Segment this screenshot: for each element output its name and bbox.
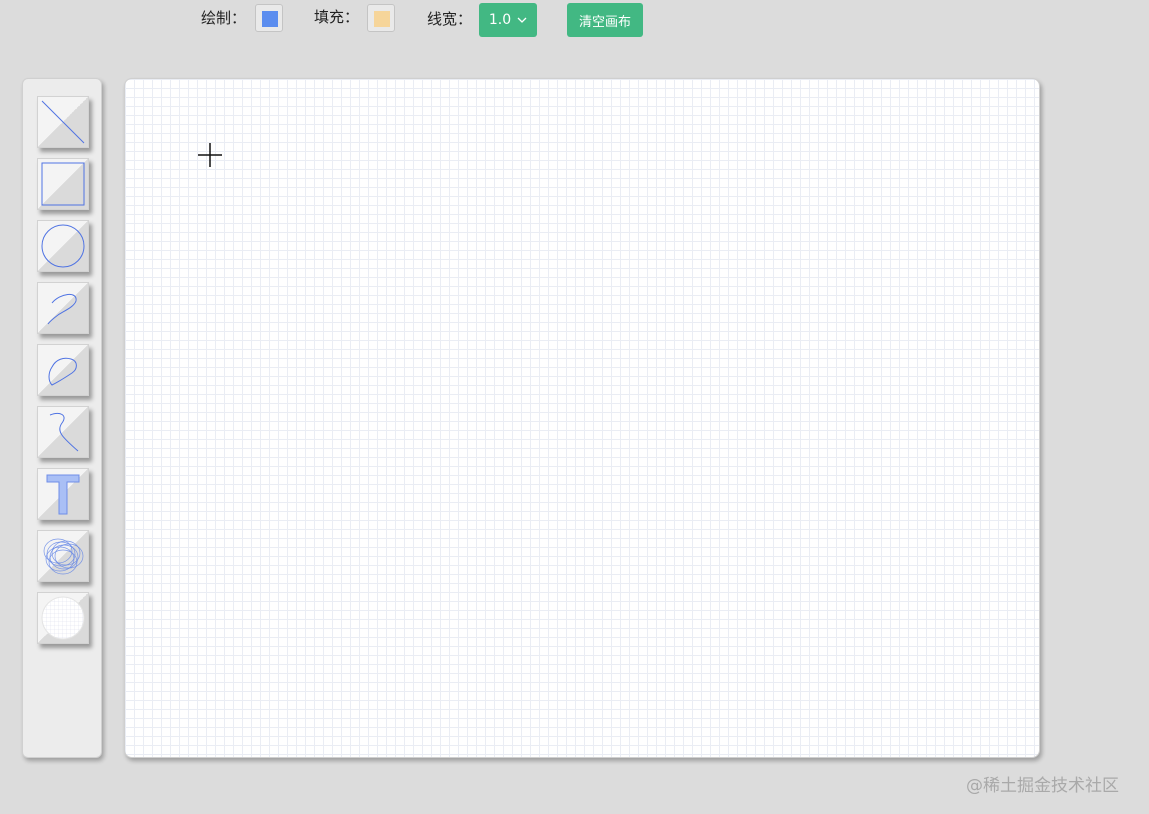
tool-palette <box>22 78 102 758</box>
line-width-value: 1.0 <box>488 12 512 28</box>
eraser-tool[interactable] <box>37 592 89 644</box>
polygon-tool[interactable] <box>37 344 89 396</box>
rectangle-tool[interactable] <box>37 158 89 210</box>
top-toolbar: 绘制： 填充： 线宽： 1.0 清空画布 <box>0 0 1149 40</box>
chevron-down-icon <box>517 17 527 23</box>
eraser-grid-icon <box>41 596 85 640</box>
text-tool[interactable] <box>37 468 89 520</box>
spirograph-tool[interactable] <box>37 530 89 582</box>
clear-canvas-button[interactable]: 清空画布 <box>567 3 643 37</box>
closed-curve-icon <box>48 357 77 386</box>
line-tool[interactable] <box>37 96 89 148</box>
rectangle-icon <box>41 162 85 206</box>
crosshair-cursor-icon <box>198 143 222 167</box>
line-width-select[interactable]: 1.0 <box>479 3 537 37</box>
stroke-color-picker[interactable] <box>255 4 283 32</box>
fill-color-swatch <box>374 11 390 27</box>
drawing-canvas[interactable] <box>124 78 1040 758</box>
text-icon <box>46 474 80 515</box>
spirograph-icon <box>43 538 84 575</box>
freehand-curve-icon <box>47 294 77 325</box>
pencil-tool[interactable] <box>37 282 89 334</box>
circle-icon <box>41 224 85 268</box>
fill-color-label: 填充： <box>314 8 360 26</box>
stroke-color-label: 绘制： <box>201 9 247 27</box>
bezier-curve-icon <box>49 412 79 452</box>
watermark: @稀土掘金技术社区 <box>966 776 1119 796</box>
line-icon <box>41 100 85 144</box>
stroke-color-swatch <box>262 11 278 27</box>
line-width-label: 线宽： <box>427 10 473 28</box>
circle-tool[interactable] <box>37 220 89 272</box>
bezier-tool[interactable] <box>37 406 89 458</box>
fill-color-picker[interactable] <box>367 4 395 32</box>
